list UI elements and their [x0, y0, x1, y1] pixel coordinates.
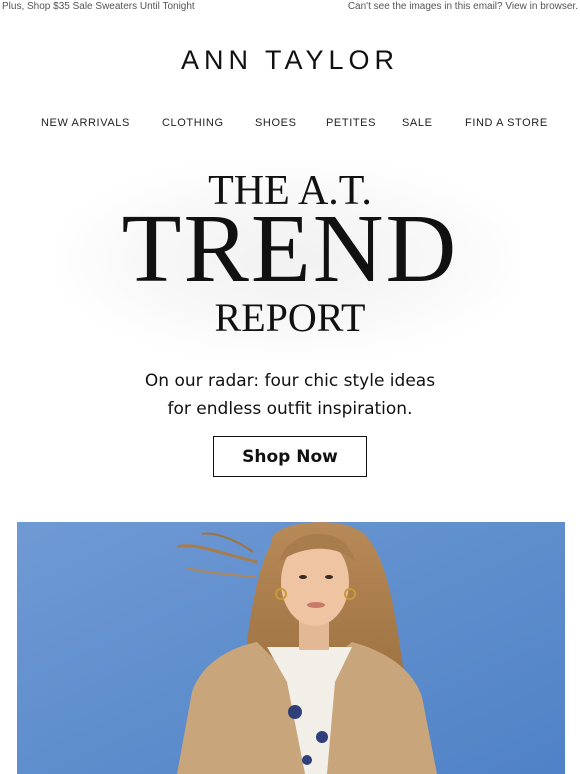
nav-item-new-arrivals[interactable]: NEW ARRIVALS	[41, 117, 130, 129]
hero-subcopy-line2: for endless outfit inspiration.	[167, 399, 413, 419]
shop-now-button[interactable]: Shop Now	[213, 436, 367, 477]
nav-item-shoes[interactable]: SHOES	[255, 117, 297, 129]
nav-item-sale[interactable]: SALE	[402, 117, 433, 129]
nav-item-find-a-store[interactable]: FIND A STORE	[465, 117, 548, 129]
hero-subcopy-line1: On our radar: four chic style ideas	[144, 371, 436, 391]
preheader-teaser: Plus, Shop $35 Sale Sweaters Until Tonig…	[2, 1, 195, 12]
preheader: Plus, Shop $35 Sale Sweaters Until Tonig…	[0, 0, 580, 14]
view-in-browser-link[interactable]: Can't see the images in this email? View…	[348, 1, 578, 12]
hero-title-line3: REPORT	[214, 295, 366, 340]
nav-item-clothing[interactable]: CLOTHING	[162, 117, 224, 129]
main-nav: NEW ARRIVALS CLOTHING SHOES PETITES SALE…	[0, 117, 580, 133]
brand-logo[interactable]: ANN TAYLOR	[0, 45, 580, 76]
hero-subcopy: On our radar: four chic style ideas for …	[0, 367, 580, 423]
hero-title-line2: TREND	[121, 195, 459, 303]
hero-model-photo[interactable]	[17, 522, 565, 774]
nav-item-petites[interactable]: PETITES	[326, 117, 376, 129]
model-illustration	[17, 522, 565, 774]
